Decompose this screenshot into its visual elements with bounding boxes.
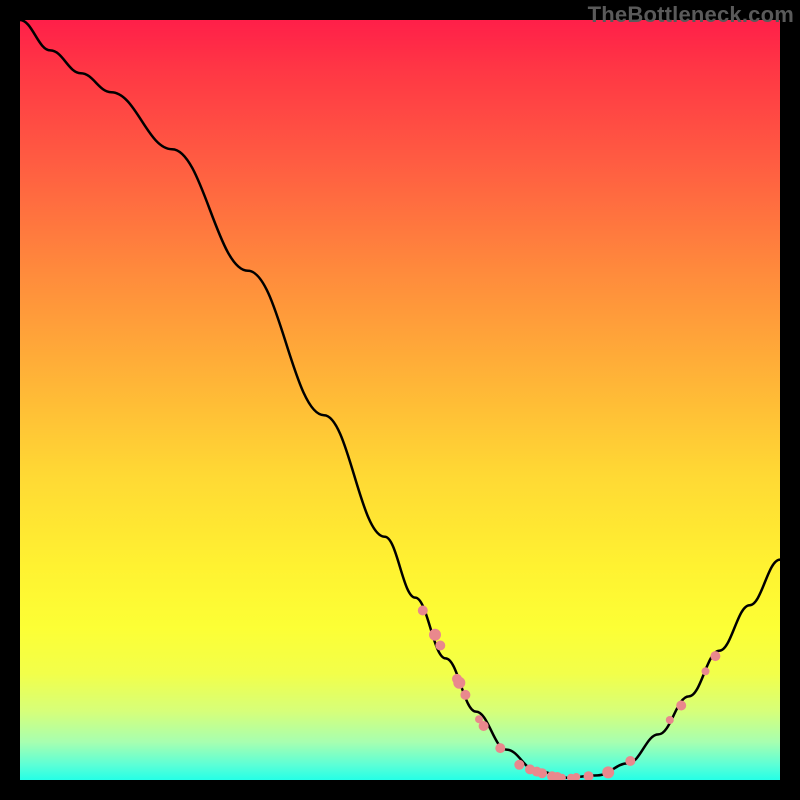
data-marker <box>429 629 441 641</box>
data-marker <box>602 766 614 778</box>
data-markers <box>418 606 721 781</box>
data-marker <box>435 641 445 651</box>
chart-frame: TheBottleneck.com <box>0 0 800 800</box>
data-marker <box>537 768 547 778</box>
bottleneck-curve <box>20 20 780 778</box>
data-marker <box>584 771 594 780</box>
data-marker <box>453 677 465 689</box>
data-marker <box>702 667 710 675</box>
data-marker <box>572 773 580 780</box>
data-marker <box>514 760 524 770</box>
data-marker <box>495 743 505 753</box>
watermark-text: TheBottleneck.com <box>588 2 794 28</box>
data-marker <box>460 690 470 700</box>
chart-svg <box>20 20 780 780</box>
data-marker <box>479 721 489 731</box>
data-marker <box>710 651 720 661</box>
data-marker <box>418 606 428 616</box>
data-marker <box>676 701 686 711</box>
data-marker <box>625 756 635 766</box>
data-marker <box>666 716 674 724</box>
